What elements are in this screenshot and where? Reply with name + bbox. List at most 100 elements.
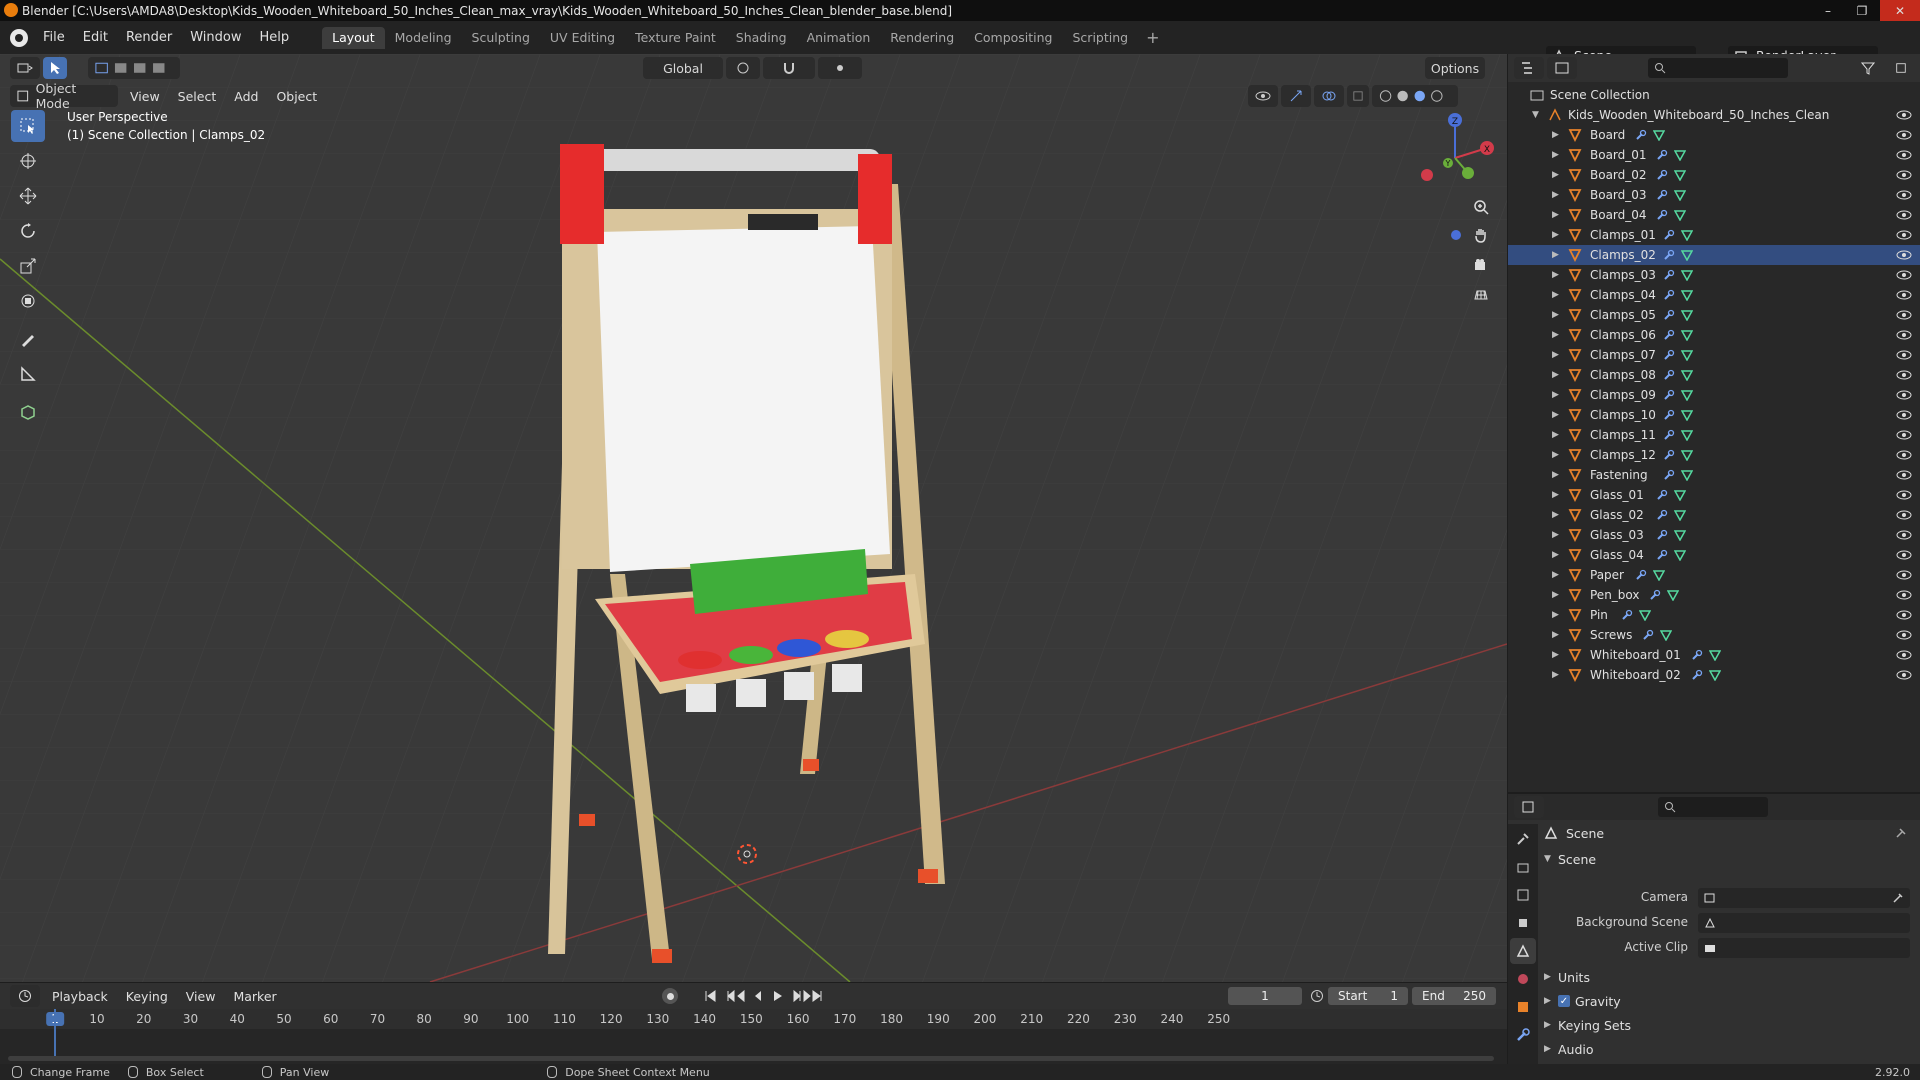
eye-icon[interactable] [1896,468,1912,482]
mesh-data-icon[interactable] [1681,309,1693,321]
3d-viewport[interactable]: Global Options Object Mode View Select A… [0,54,1507,982]
expand-arrow-icon[interactable]: ▶ [1552,170,1562,180]
outliner-object-row[interactable]: ▶ Clamps_04 [1508,285,1920,305]
menu-edit[interactable]: Edit [74,30,117,45]
units-panel-header[interactable]: ▶ Units [1544,966,1590,988]
transform-tool[interactable] [11,285,45,317]
eye-icon[interactable] [1896,408,1912,422]
modifier-wrench-icon[interactable] [1663,369,1675,381]
timeline-menu-playback[interactable]: Playback [43,989,117,1004]
mesh-data-icon[interactable] [1709,669,1721,681]
add-workspace-button[interactable]: + [1138,28,1167,47]
collapse-arrow-icon[interactable]: ▼ [1532,110,1542,120]
blender-logo-icon[interactable] [10,28,28,47]
tab-layout[interactable]: Layout [322,26,385,49]
modifier-wrench-icon[interactable] [1663,269,1675,281]
modifier-wrench-icon[interactable] [1663,309,1675,321]
outliner-object-row[interactable]: ▶ Clamps_03 [1508,265,1920,285]
mesh-data-icon[interactable] [1681,389,1693,401]
pivot-point-dropdown[interactable] [726,57,760,79]
viewport-menu-view[interactable]: View [121,89,169,104]
preview-range-icon[interactable] [1310,989,1324,1003]
xray-toggle[interactable] [1347,85,1370,107]
modifier-wrench-icon[interactable] [1663,449,1675,461]
options-dropdown[interactable]: Options [1425,57,1485,79]
expand-arrow-icon[interactable]: ▶ [1552,370,1562,380]
pan-view-button[interactable] [1468,222,1494,248]
measure-tool[interactable] [11,358,45,390]
mesh-data-icon[interactable] [1681,449,1693,461]
expand-arrow-icon[interactable]: ▶ [1552,670,1562,680]
eye-icon[interactable] [1896,488,1912,502]
outliner-object-row[interactable]: ▶ Glass_03 [1508,525,1920,545]
tab-world[interactable] [1510,966,1536,992]
modifier-wrench-icon[interactable] [1663,469,1675,481]
expand-arrow-icon[interactable]: ▶ [1552,430,1562,440]
outliner-object-row[interactable]: ▶ Clamps_09 [1508,385,1920,405]
modifier-wrench-icon[interactable] [1656,549,1668,561]
tab-uv-editing[interactable]: UV Editing [540,27,625,49]
expand-arrow-icon[interactable]: ▶ [1552,530,1562,540]
outliner-object-row[interactable]: ▶ Clamps_05 [1508,305,1920,325]
viewport-menu-object[interactable]: Object [267,89,326,104]
menu-file[interactable]: File [34,30,74,45]
eye-icon[interactable] [1896,608,1912,622]
timeline-editor-type-button[interactable] [10,985,40,1007]
select-tool-mode-button[interactable] [43,57,67,79]
menu-help[interactable]: Help [251,30,299,45]
outliner-collection-row[interactable]: ▼ Kids_Wooden_Whiteboard_50_Inches_Clean [1508,105,1920,125]
eye-icon[interactable] [1896,168,1912,182]
tab-sculpting[interactable]: Sculpting [462,27,540,49]
select-box-tool[interactable] [11,110,45,142]
expand-arrow-icon[interactable]: ▶ [1552,330,1562,340]
audio-panel-header[interactable]: ▶ Audio [1544,1038,1594,1060]
background-scene-field[interactable] [1698,913,1910,933]
outliner-object-row[interactable]: ▶ Glass_02 [1508,505,1920,525]
playback-controls[interactable] [704,989,824,1003]
timeline-ruler[interactable]: 1102030405060708090100110120130140150160… [0,1009,1507,1029]
expand-arrow-icon[interactable]: ▶ [1552,410,1562,420]
expand-arrow-icon[interactable]: ▶ [1552,450,1562,460]
outliner-object-row[interactable]: ▶ Screws [1508,625,1920,645]
mesh-data-icon[interactable] [1653,129,1665,141]
tab-texture-paint[interactable]: Texture Paint [625,27,726,49]
timeline-menu-view[interactable]: View [177,989,225,1004]
expand-arrow-icon[interactable]: ▶ [1552,650,1562,660]
transform-orientation-dropdown[interactable]: Global [643,57,723,79]
eye-icon[interactable] [1896,188,1912,202]
add-cube-tool[interactable] [11,396,45,428]
camera-view-button[interactable] [1468,252,1494,278]
annotate-tool[interactable] [11,323,45,355]
mesh-data-icon[interactable] [1660,629,1672,641]
gravity-panel-header[interactable]: ▶ ✓ Gravity [1544,990,1621,1012]
modifier-wrench-icon[interactable] [1656,509,1668,521]
timeline-menu-keying[interactable]: Keying [117,989,177,1004]
outliner-object-row[interactable]: ▶ Fastening [1508,465,1920,485]
outliner-object-row[interactable]: ▶ Whiteboard_02 [1508,665,1920,685]
modifier-wrench-icon[interactable] [1691,669,1703,681]
keying-sets-panel-header[interactable]: ▶ Keying Sets [1544,1014,1631,1036]
mesh-data-icon[interactable] [1681,289,1693,301]
eye-icon[interactable] [1896,508,1912,522]
eye-icon[interactable] [1896,548,1912,562]
expand-arrow-icon[interactable]: ▶ [1552,610,1562,620]
zoom-view-button[interactable] [1468,194,1494,220]
expand-arrow-icon[interactable]: ▶ [1552,490,1562,500]
expand-arrow-icon[interactable]: ▶ [1552,210,1562,220]
modifier-wrench-icon[interactable] [1663,409,1675,421]
eye-icon[interactable] [1896,268,1912,282]
eye-icon[interactable] [1896,628,1912,642]
outliner-object-row[interactable]: ▶ Pen_box [1508,585,1920,605]
new-collection-button[interactable] [1889,57,1913,79]
eye-icon[interactable] [1896,128,1912,142]
expand-arrow-icon[interactable]: ▶ [1552,590,1562,600]
move-tool[interactable] [11,180,45,212]
rotate-tool[interactable] [11,215,45,247]
modifier-wrench-icon[interactable] [1642,629,1654,641]
mesh-data-icon[interactable] [1674,509,1686,521]
mesh-data-icon[interactable] [1674,529,1686,541]
close-button[interactable]: ✕ [1880,0,1920,21]
properties-editor-type-button[interactable] [1514,796,1544,818]
expand-arrow-icon[interactable]: ▶ [1552,290,1562,300]
modifier-wrench-icon[interactable] [1621,609,1633,621]
